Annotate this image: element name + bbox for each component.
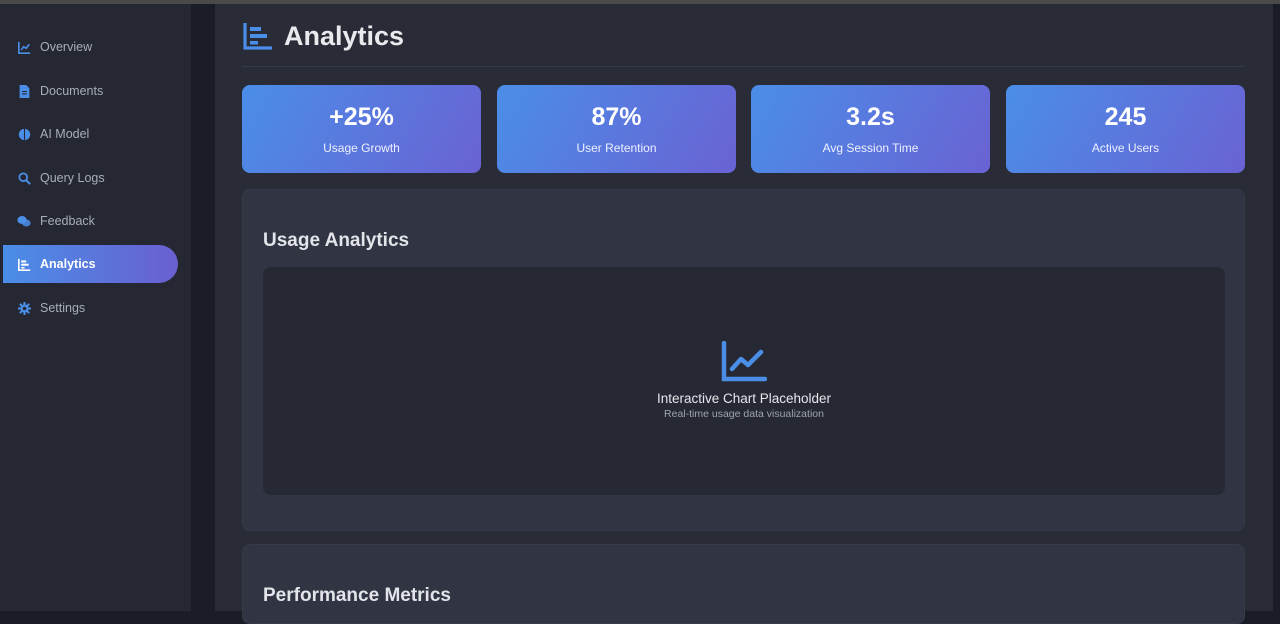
- stat-label: Active Users: [1091, 141, 1160, 155]
- stat-label: Usage Growth: [323, 141, 400, 155]
- bar-chart-icon: [17, 257, 31, 271]
- stat-label: User Retention: [576, 141, 657, 155]
- stat-value: 87%: [591, 103, 642, 131]
- sidebar-item-label: Query Logs: [40, 171, 105, 185]
- panel-title: Performance Metrics: [263, 585, 451, 606]
- sidebar-item-ai-model[interactable]: AI Model: [3, 115, 178, 153]
- stat-card-avg-session-time: 3.2s Avg Session Time: [751, 85, 990, 173]
- stat-value: +25%: [329, 103, 394, 131]
- chart-line-icon: [721, 340, 768, 383]
- sidebar-item-feedback[interactable]: Feedback: [3, 202, 178, 240]
- stat-value: 3.2s: [846, 103, 895, 131]
- chart-placeholder-title: Interactive Chart Placeholder: [656, 391, 832, 406]
- main-content: Analytics +25% Usage Growth 87% User Ret…: [215, 4, 1273, 624]
- chart-placeholder-subtitle: Real-time usage data visualization: [664, 408, 824, 420]
- layout-gutter: [193, 4, 215, 611]
- sidebar-item-analytics[interactable]: Analytics: [3, 245, 178, 283]
- chart-placeholder: Interactive Chart Placeholder Real-time …: [263, 267, 1225, 495]
- divider: [242, 66, 1245, 67]
- sidebar-item-label: Feedback: [40, 214, 95, 228]
- scrollbar[interactable]: [1273, 4, 1280, 611]
- sidebar-item-label: Settings: [40, 301, 86, 315]
- page-title: Analytics: [284, 20, 405, 51]
- stat-card-active-users: 245 Active Users: [1006, 85, 1245, 173]
- stat-card-user-retention: 87% User Retention: [497, 85, 736, 173]
- sidebar-item-label: Documents: [40, 84, 104, 98]
- sidebar-item-documents[interactable]: Documents: [3, 72, 178, 110]
- bar-chart-icon: [242, 20, 274, 52]
- sidebar-item-label: Analytics: [40, 257, 96, 271]
- sidebar-item-label: AI Model: [40, 127, 90, 141]
- page-header: Analytics: [242, 20, 404, 52]
- stat-card-usage-growth: +25% Usage Growth: [242, 85, 481, 173]
- sidebar-item-label: Overview: [40, 40, 93, 54]
- stat-value: 245: [1104, 103, 1147, 131]
- comments-icon: [17, 214, 31, 228]
- performance-metrics-panel: Performance Metrics: [242, 544, 1245, 624]
- search-icon: [17, 171, 31, 185]
- sidebar-item-settings[interactable]: Settings: [3, 289, 178, 327]
- gear-icon: [17, 301, 31, 315]
- brain-icon: [17, 127, 31, 141]
- sidebar-item-query-logs[interactable]: Query Logs: [3, 159, 178, 197]
- usage-analytics-panel: Usage Analytics Interactive Chart Placeh…: [242, 189, 1245, 531]
- document-icon: [17, 84, 31, 98]
- chart-line-icon: [17, 40, 31, 54]
- panel-title: Usage Analytics: [263, 230, 410, 251]
- sidebar-item-overview[interactable]: Overview: [3, 28, 178, 66]
- sidebar: Overview Documents AI Model Query Logs F…: [0, 4, 192, 611]
- stat-label: Avg Session Time: [822, 141, 919, 155]
